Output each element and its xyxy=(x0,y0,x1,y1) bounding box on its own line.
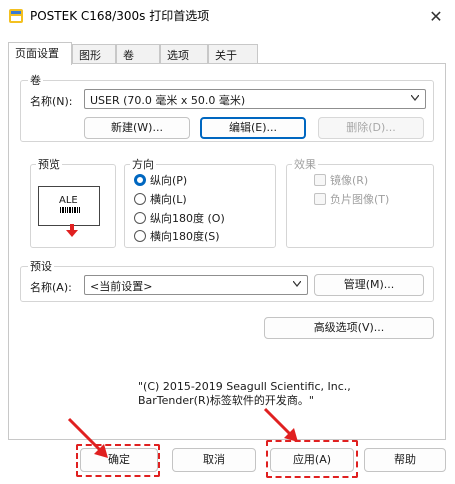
annotation-arrow-icon xyxy=(263,407,298,442)
tab-page-setup[interactable]: 页面设置 xyxy=(8,42,72,65)
title-bar: POSTEK C168/300s 打印首选项 ✕ xyxy=(0,0,455,32)
window-title: POSTEK C168/300s 打印首选项 xyxy=(30,9,210,23)
chevron-down-icon xyxy=(411,95,419,101)
orientation-portrait-label[interactable]: 纵向(P) xyxy=(150,172,187,188)
mirror-checkbox[interactable] xyxy=(314,174,326,186)
close-button[interactable]: ✕ xyxy=(423,4,449,28)
orientation-landscape180-label[interactable]: 横向180度(S) xyxy=(150,228,220,244)
tab-options[interactable]: 选项 xyxy=(160,44,208,64)
negative-image-label: 负片图像(T) xyxy=(330,193,390,206)
mirror-label: 镜像(R) xyxy=(330,174,369,187)
stock-name-value: USER (70.0 毫米 x 50.0 毫米) xyxy=(90,94,246,107)
manage-presets-button[interactable]: 管理(M)... xyxy=(314,274,424,296)
annotation-arrow-icon xyxy=(67,417,108,458)
preset-name-value: <当前设置> xyxy=(90,280,153,293)
orientation-portrait-radio[interactable] xyxy=(134,174,146,186)
preset-name-label: 名称(A): xyxy=(30,281,72,294)
orientation-landscape180-radio[interactable] xyxy=(134,230,146,242)
preset-legend: 预设 xyxy=(28,258,54,274)
stock-legend: 卷 xyxy=(28,72,43,88)
orientation-legend: 方向 xyxy=(130,156,156,172)
stock-name-label: 名称(N): xyxy=(30,95,73,108)
tab-stock[interactable]: 卷 xyxy=(116,44,160,64)
printer-settings-icon xyxy=(9,9,23,23)
advanced-options-button[interactable]: 高级选项(V)... xyxy=(264,317,434,339)
copyright-line-2: BarTender(R)标签软件的开发商。" xyxy=(138,394,314,407)
tab-about[interactable]: 关于 xyxy=(208,44,258,64)
orientation-landscape-label[interactable]: 横向(L) xyxy=(150,191,187,207)
cancel-button[interactable]: 取消 xyxy=(172,448,256,472)
close-icon: ✕ xyxy=(429,6,443,26)
arrow-down-icon xyxy=(66,224,78,237)
delete-stock-button[interactable]: 删除(D)... xyxy=(318,117,424,139)
tab-graphics[interactable]: 图形 xyxy=(72,44,116,64)
negative-image-checkbox[interactable] xyxy=(314,193,326,205)
preview-sample-text: ALE xyxy=(59,195,78,206)
orientation-portrait180-radio[interactable] xyxy=(134,212,146,224)
orientation-landscape-radio[interactable] xyxy=(134,193,146,205)
effects-legend: 效果 xyxy=(292,156,318,172)
chevron-down-icon xyxy=(293,281,301,287)
new-stock-button[interactable]: 新建(W)... xyxy=(84,117,190,139)
copyright-line-1: "(C) 2015-2019 Seagull Scientific, Inc., xyxy=(138,380,351,393)
orientation-portrait180-label[interactable]: 纵向180度 (O) xyxy=(150,210,225,226)
barcode-icon xyxy=(60,207,80,213)
edit-stock-button[interactable]: 编辑(E)... xyxy=(200,117,306,139)
preview-legend: 预览 xyxy=(36,156,62,172)
copyright-text: "(C) 2015-2019 Seagull Scientific, Inc.,… xyxy=(100,380,360,408)
help-button[interactable]: 帮助 xyxy=(364,448,446,472)
preview-label-card: ALE xyxy=(38,186,100,226)
preset-name-dropdown[interactable]: <当前设置> xyxy=(84,275,308,295)
stock-name-dropdown[interactable]: USER (70.0 毫米 x 50.0 毫米) xyxy=(84,89,426,109)
